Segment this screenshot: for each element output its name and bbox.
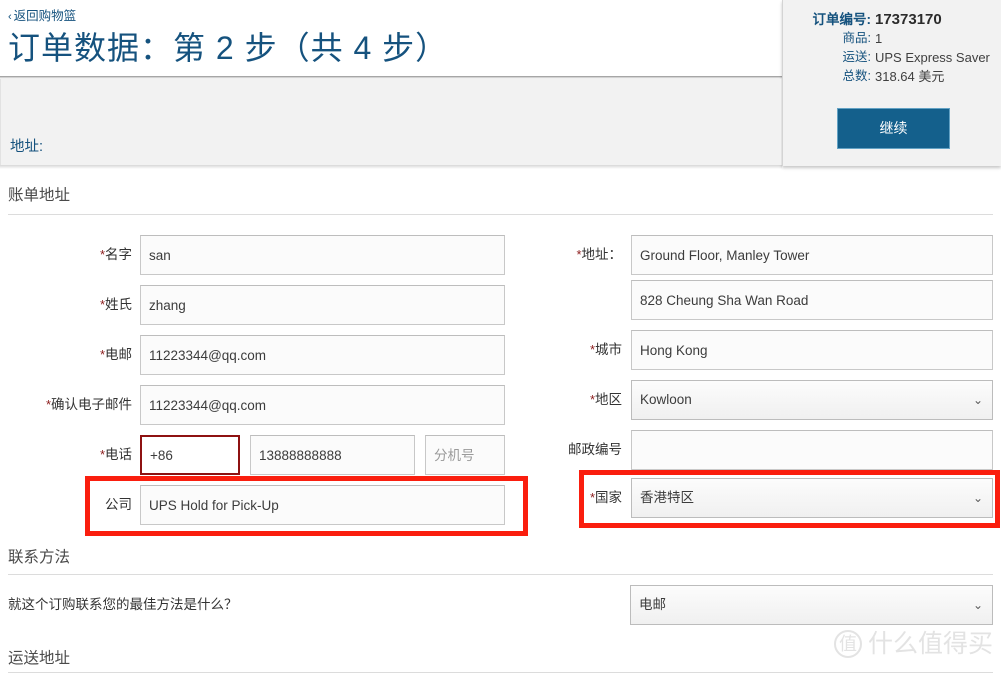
chevron-left-icon: ‹ (8, 11, 12, 23)
total-value: 318.64 美元 (875, 69, 945, 84)
total-label: 总数: (842, 69, 871, 83)
email-confirm-input[interactable] (140, 385, 505, 425)
shipping-address-heading: 运送地址 (8, 650, 71, 667)
city-input[interactable] (631, 330, 993, 370)
email-confirm-label: *确认电子邮件 (45, 397, 132, 412)
phone-extension-input[interactable] (425, 435, 505, 475)
shipping-label: 运送: (842, 50, 871, 64)
postal-code-input[interactable] (631, 430, 993, 470)
company-input[interactable] (140, 485, 505, 525)
last-name-input[interactable] (140, 285, 505, 325)
watermark: 值 什么值得买 (833, 629, 993, 659)
last-name-label: *姓氏 (99, 297, 132, 312)
first-name-input[interactable] (140, 235, 505, 275)
phone-number-input[interactable] (250, 435, 415, 475)
contact-method-select[interactable]: 电邮 ⌄ (630, 585, 993, 625)
contact-divider (8, 574, 993, 575)
items-label: 商品: (842, 31, 871, 45)
postal-code-label: 邮政编号 (568, 442, 622, 457)
order-number-value: 17373170 (875, 11, 942, 28)
region-select[interactable]: Kowloon ⌄ (631, 380, 993, 420)
chevron-down-icon: ⌄ (972, 598, 983, 612)
phone-label: *电话 (99, 447, 132, 462)
summary-row-order-number: 订单编号: 17373170 (783, 10, 1001, 29)
chevron-down-icon: ⌄ (972, 393, 983, 407)
company-label: 公司 (105, 497, 132, 512)
email-input[interactable] (140, 335, 505, 375)
summary-row-total: 总数: 318.64 美元 (783, 67, 1001, 86)
continue-button[interactable]: 继续 (837, 108, 950, 149)
region-selected-value: Kowloon (640, 392, 692, 407)
address-step-band: 地址: (0, 79, 782, 165)
order-number-label: 订单编号: (812, 12, 872, 27)
address1-input[interactable] (631, 235, 993, 275)
back-to-cart-label: 返回购物篮 (13, 9, 77, 23)
summary-row-shipping: 运送: UPS Express Saver (783, 48, 1001, 67)
phone-country-code-input[interactable] (140, 435, 240, 475)
order-summary-rows: 订单编号: 17373170 商品: 1 运送: UPS Express Sav… (783, 10, 1001, 86)
contact-method-selected-value: 电邮 (639, 597, 666, 612)
band-shadow (0, 165, 782, 169)
chevron-down-icon: ⌄ (972, 491, 983, 505)
contact-method-heading: 联系方法 (8, 549, 71, 566)
country-label: *国家 (589, 490, 622, 505)
first-name-label: *名字 (99, 247, 132, 262)
order-summary-panel: 订单编号: 17373170 商品: 1 运送: UPS Express Sav… (782, 0, 1001, 166)
watermark-badge-icon: 值 (833, 630, 862, 658)
shipping-value: UPS Express Saver (875, 50, 990, 65)
billing-divider (8, 214, 993, 215)
region-label: *地区 (589, 392, 622, 407)
summary-row-items: 商品: 1 (783, 29, 1001, 48)
address1-label: *地址： (576, 247, 622, 262)
contact-method-question: 就这个订购联系您的最佳方法是什么？ (8, 597, 238, 612)
country-selected-value: 香港特区 (640, 490, 694, 505)
country-select[interactable]: 香港特区 ⌄ (631, 478, 993, 518)
page-title: 订单数据：第 2 步（共 4 步） (8, 30, 449, 66)
items-value: 1 (875, 31, 883, 46)
checkout-page: ‹ 返回购物篮 订单数据：第 2 步（共 4 步） 订单编号: 17373170 … (0, 0, 1001, 673)
email-label: *电邮 (99, 347, 132, 362)
watermark-text: 什么值得买 (867, 630, 993, 658)
back-to-cart-link[interactable]: ‹ 返回购物篮 (8, 8, 76, 25)
city-label: *城市 (589, 342, 622, 357)
address2-input[interactable] (631, 280, 993, 320)
billing-address-heading: 账单地址 (8, 187, 71, 204)
address-step-label: 地址: (10, 139, 44, 155)
